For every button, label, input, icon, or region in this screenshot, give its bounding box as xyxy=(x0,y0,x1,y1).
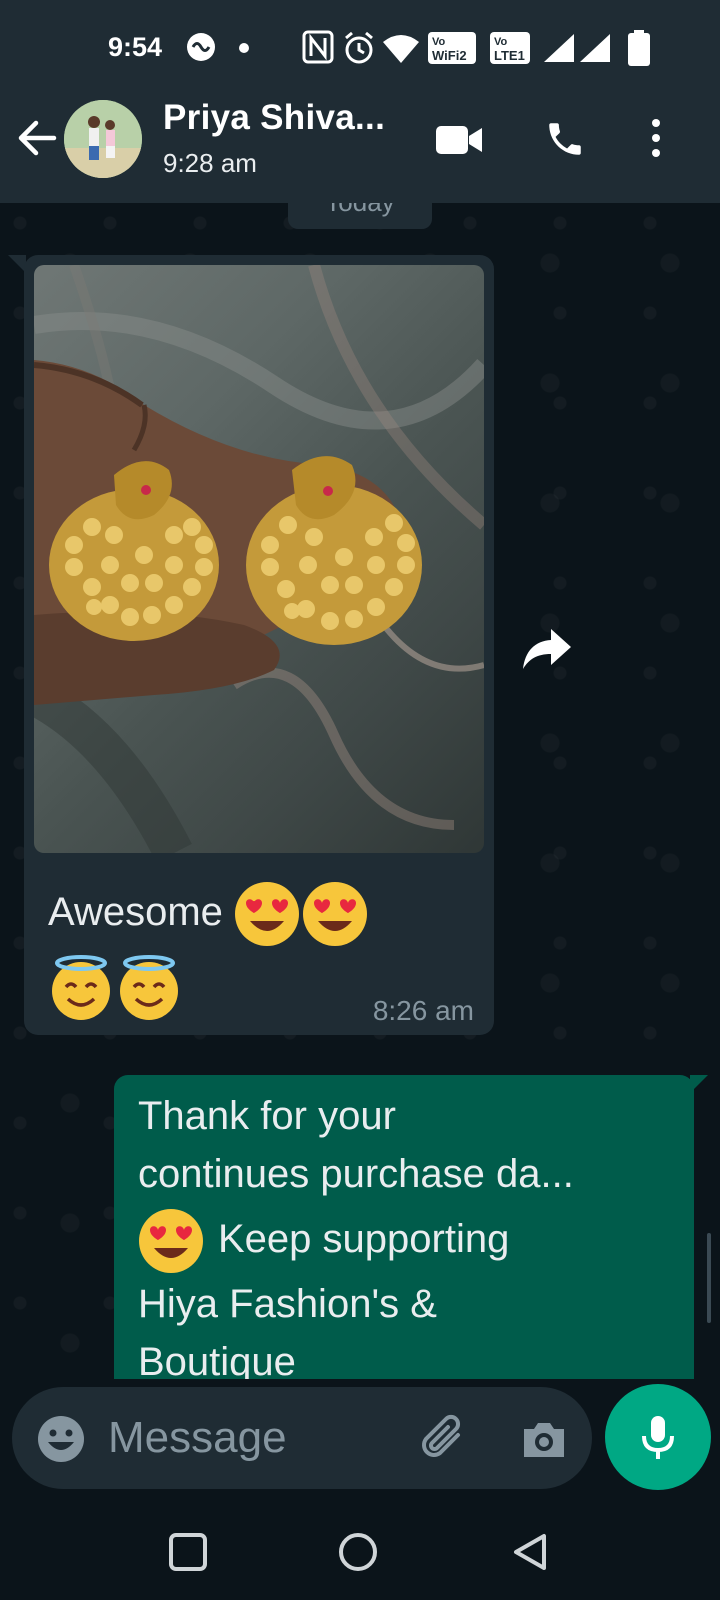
contact-name[interactable]: Priya Shiva... xyxy=(163,98,385,138)
outgoing-line: Hiya Fashion's & xyxy=(138,1282,437,1326)
chat-area[interactable]: Today xyxy=(0,203,720,1379)
outgoing-message[interactable]: Thank for your continues purchase da... … xyxy=(114,1075,694,1379)
recents-button[interactable] xyxy=(166,1530,210,1574)
svg-text:WiFi2: WiFi2 xyxy=(432,48,467,63)
tracker-icon xyxy=(184,30,218,69)
caption-text: Awesome xyxy=(48,890,223,934)
outgoing-line: Boutique xyxy=(138,1340,296,1379)
mic-button[interactable] xyxy=(605,1384,711,1490)
outgoing-line: Thank for your xyxy=(138,1094,396,1138)
outgoing-text: Thank for your continues purchase da... … xyxy=(138,1087,678,1379)
avatar[interactable] xyxy=(64,100,142,178)
message-composer xyxy=(12,1387,592,1489)
notification-dot-icon xyxy=(238,41,250,59)
halo-smile-emoji-icon xyxy=(116,955,182,1021)
scrollbar-thumb[interactable] xyxy=(707,1233,711,1323)
outgoing-line-with-emoji: Keep supporting xyxy=(138,1203,678,1275)
emoji-icon[interactable] xyxy=(36,1414,86,1464)
signal-2-icon xyxy=(578,32,612,69)
svg-text:Vo: Vo xyxy=(494,36,508,48)
video-call-icon[interactable] xyxy=(436,124,484,161)
date-chip: Today xyxy=(288,203,432,229)
home-button[interactable] xyxy=(336,1530,380,1574)
vowifi-badge: Vo WiFi2 xyxy=(428,32,476,69)
back-button[interactable] xyxy=(508,1530,552,1574)
volte-badge: Vo LTE1 xyxy=(490,32,530,69)
heart-eyes-emoji-icon xyxy=(302,881,368,947)
status-time: 9:54 xyxy=(108,32,163,62)
system-nav-bar xyxy=(0,1500,720,1600)
mic-icon xyxy=(642,1416,674,1459)
svg-text:Vo: Vo xyxy=(432,36,446,48)
halo-smile-emoji-icon xyxy=(48,955,114,1021)
wifi-icon xyxy=(381,34,421,69)
status-bar: 9:54 Vo WiFi2 Vo LTE1 xyxy=(0,0,720,96)
heart-eyes-emoji-icon xyxy=(234,881,300,947)
nfc-icon xyxy=(302,30,334,69)
svg-text:LTE1: LTE1 xyxy=(494,48,525,63)
message-time: 8:26 am xyxy=(372,995,474,1026)
camera-icon[interactable] xyxy=(518,1413,570,1465)
back-arrow-icon[interactable] xyxy=(14,116,58,160)
outgoing-line: continues purchase da... xyxy=(138,1152,574,1196)
voice-call-icon[interactable] xyxy=(544,118,586,165)
shared-photo[interactable] xyxy=(34,265,484,853)
outgoing-line-text: Keep supporting xyxy=(218,1217,510,1261)
attach-icon[interactable] xyxy=(418,1413,470,1465)
last-seen[interactable]: 9:28 am xyxy=(163,148,257,179)
incoming-message[interactable]: Awesome 8:26 am xyxy=(24,255,494,1035)
message-input[interactable] xyxy=(108,1405,398,1471)
signal-1-icon xyxy=(542,32,576,69)
forward-icon[interactable] xyxy=(519,619,575,675)
chat-header: Priya Shiva... 9:28 am xyxy=(0,96,720,203)
top-bar: 9:54 Vo WiFi2 Vo LTE1 Priya Shiva... 9:2… xyxy=(0,0,720,203)
battery-icon xyxy=(628,30,650,71)
heart-eyes-emoji-icon xyxy=(138,1208,204,1274)
more-options-icon[interactable] xyxy=(646,118,666,163)
alarm-icon xyxy=(341,30,377,71)
